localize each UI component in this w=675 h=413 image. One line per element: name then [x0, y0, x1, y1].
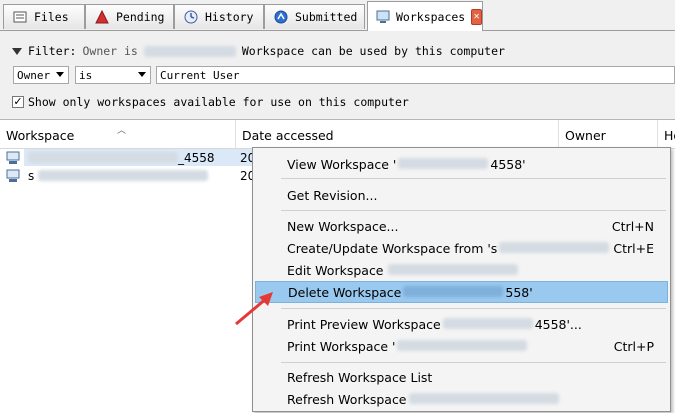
- table-row[interactable]: _4558 20: [0, 149, 255, 166]
- table-row[interactable]: s 20: [0, 167, 255, 184]
- chevron-down-icon: [138, 72, 146, 77]
- filter-header: Filter: Owner is Workspace can be used b…: [12, 44, 505, 58]
- menu-item-label: Delete Workspace: [288, 284, 402, 300]
- redacted-text: [28, 152, 178, 163]
- workspace-icon: [6, 167, 20, 184]
- column-header-date-accessed[interactable]: Date accessed: [236, 120, 559, 148]
- annotation-arrow-icon: [235, 292, 273, 326]
- menu-separator: [281, 210, 666, 211]
- filter-label: Filter:: [28, 44, 77, 58]
- menu-item-label: Print Workspace ': [287, 338, 396, 354]
- filter-value-text: Current User: [160, 68, 240, 82]
- filter-description-prefix: Owner is: [82, 44, 138, 58]
- tab-files-label: Files: [34, 10, 69, 24]
- chevron-down-icon: [56, 72, 64, 77]
- menu-item-shortcut: Ctrl+N: [611, 218, 654, 234]
- submitted-icon: [273, 9, 289, 25]
- redacted-text: [442, 317, 533, 329]
- menu-item-view-workspace[interactable]: View Workspace ' 4558': [255, 153, 668, 175]
- menu-item-label: Print Preview Workspace: [287, 316, 441, 332]
- menu-item-label: Refresh Workspace: [287, 391, 407, 407]
- date-accessed-cell: 20: [238, 149, 255, 166]
- tab-submitted[interactable]: Submitted: [264, 4, 365, 29]
- tab-pending[interactable]: Pending: [85, 4, 174, 29]
- filter-field-value: Owner: [17, 68, 51, 82]
- menu-separator: [281, 308, 666, 309]
- available-only-row: ✓ Show only workspaces available for use…: [12, 95, 409, 109]
- menu-separator: [281, 178, 666, 179]
- column-header-owner[interactable]: Owner: [559, 120, 658, 148]
- menu-item-delete-workspace[interactable]: Delete Workspace 558': [255, 281, 668, 303]
- menu-item-create-update-workspace[interactable]: Create/Update Workspace from 's Ctrl+E: [255, 237, 668, 259]
- menu-separator: [281, 362, 666, 363]
- tab-history[interactable]: History: [174, 4, 264, 29]
- menu-item-label: New Workspace...: [287, 218, 399, 234]
- column-header-workspace[interactable]: Workspace ︿: [0, 120, 236, 148]
- filter-operator-value: is: [79, 68, 93, 82]
- workspace-name-head: s: [28, 168, 35, 183]
- filter-field-select[interactable]: Owner: [13, 66, 69, 84]
- menu-item-print-workspace[interactable]: Print Workspace ' Ctrl+P: [255, 335, 668, 357]
- filter-description-suffix: Workspace can be used by this computer: [241, 44, 505, 58]
- available-only-label: Show only workspaces available for use o…: [28, 95, 409, 109]
- redacted-text: [38, 170, 209, 181]
- menu-item-label: View Workspace ': [287, 156, 397, 172]
- menu-item-label: Get Revision...: [287, 187, 378, 203]
- menu-item-tail: 558': [505, 284, 533, 300]
- sort-ascending-icon: ︿: [117, 126, 127, 136]
- workspace-icon: [6, 149, 20, 166]
- filter-value-input[interactable]: Current User: [156, 66, 675, 84]
- filter-panel: Filter: Owner is Workspace can be used b…: [0, 31, 675, 119]
- table-header: Workspace ︿ Date accessed Owner Ho: [0, 120, 675, 149]
- workspace-name-cell: s: [28, 167, 209, 184]
- redacted-text: [408, 392, 559, 404]
- column-label: Ho: [664, 128, 675, 143]
- filter-operator-select[interactable]: is: [75, 66, 151, 84]
- workspaces-icon: [376, 9, 390, 25]
- redacted-text: [387, 263, 518, 275]
- files-icon: [12, 9, 28, 25]
- menu-item-label: Create/Update Workspace from 's: [287, 240, 498, 256]
- menu-item-new-workspace[interactable]: New Workspace... Ctrl+N: [255, 215, 668, 237]
- menu-item-shortcut: Ctrl+E: [613, 240, 654, 256]
- tab-pending-label: Pending: [116, 10, 165, 24]
- column-label: Workspace: [6, 128, 75, 143]
- redacted-text: [143, 45, 236, 57]
- tab-history-label: History: [205, 10, 254, 24]
- workspace-name-tail: _4558: [178, 150, 215, 165]
- menu-item-tail: 4558'...: [534, 316, 582, 332]
- column-label: Owner: [565, 128, 606, 143]
- menu-item-shortcut: Ctrl+P: [613, 338, 654, 354]
- menu-item-label: Refresh Workspace List: [287, 369, 433, 385]
- menu-item-refresh-workspace-list[interactable]: Refresh Workspace List: [255, 366, 668, 388]
- pending-icon: [94, 9, 110, 25]
- context-menu: View Workspace ' 4558' Get Revision... Ne…: [252, 147, 671, 412]
- column-label: Date accessed: [242, 128, 334, 143]
- menu-item-print-preview-workspace[interactable]: Print Preview Workspace 4558'...: [255, 313, 668, 335]
- tab-workspaces-label: Workspaces: [396, 9, 466, 24]
- tab-bar: Files Pending History Submitted Workspac…: [0, 0, 675, 31]
- menu-item-edit-workspace[interactable]: Edit Workspace: [255, 259, 668, 281]
- column-header-host[interactable]: Ho: [658, 120, 675, 148]
- menu-item-get-revision[interactable]: Get Revision...: [255, 184, 668, 206]
- menu-item-label: Edit Workspace: [287, 262, 384, 278]
- tab-submitted-label: Submitted: [295, 10, 358, 24]
- menu-item-tail: 4558': [490, 156, 526, 172]
- tab-workspaces[interactable]: Workspaces ✕: [367, 1, 483, 31]
- close-icon[interactable]: ✕: [471, 8, 482, 25]
- workspace-name-cell: _4558: [24, 149, 238, 166]
- history-icon: [183, 9, 199, 25]
- menu-item-refresh-workspace[interactable]: Refresh Workspace: [255, 388, 668, 410]
- tab-files[interactable]: Files: [3, 4, 85, 29]
- available-only-checkbox[interactable]: ✓: [12, 96, 24, 108]
- redacted-text: [499, 241, 610, 253]
- redacted-text: [398, 157, 489, 169]
- redacted-text: [403, 285, 504, 297]
- collapse-triangle-icon[interactable]: [12, 47, 22, 55]
- redacted-text: [397, 339, 528, 351]
